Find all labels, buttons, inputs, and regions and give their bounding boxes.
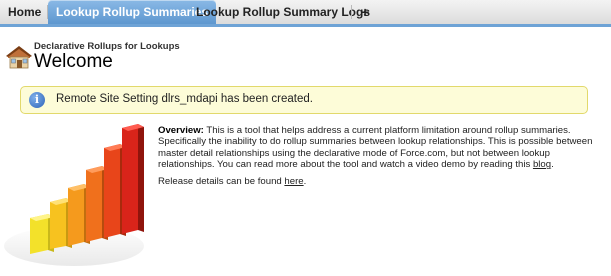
info-message: i Remote Site Setting dlrs_mdapi has bee… [20, 86, 588, 114]
release-text-end: . [303, 176, 307, 187]
release-details: Release details can be found here. [158, 176, 306, 187]
tab-bar: Home Lookup Rollup Summaries Lookup Roll… [0, 0, 611, 27]
overview-text-end: . [551, 159, 554, 171]
tab-home[interactable]: Home [0, 0, 49, 24]
overview-label: Overview: [158, 125, 204, 136]
overview-paragraph: Overview: This is a tool that helps addr… [158, 125, 603, 171]
blog-link[interactable]: blog [533, 159, 551, 170]
page-title: Welcome [34, 51, 113, 72]
house-icon [6, 46, 32, 69]
chart-bar [122, 124, 144, 234]
overview-text: This is a tool that helps address a curr… [158, 125, 593, 171]
message-text: Remote Site Setting dlrs_mdapi has been … [56, 93, 313, 105]
bar-chart-illustration [4, 124, 144, 266]
tab-divider [351, 5, 352, 19]
release-text: Release details can be found [158, 176, 285, 187]
tab-lookup-rollup-summary-logs[interactable]: Lookup Rollup Summary Logs [188, 0, 378, 24]
add-tab-button[interactable]: + [353, 0, 377, 24]
release-details-link[interactable]: here [284, 176, 303, 187]
info-icon: i [29, 92, 45, 108]
